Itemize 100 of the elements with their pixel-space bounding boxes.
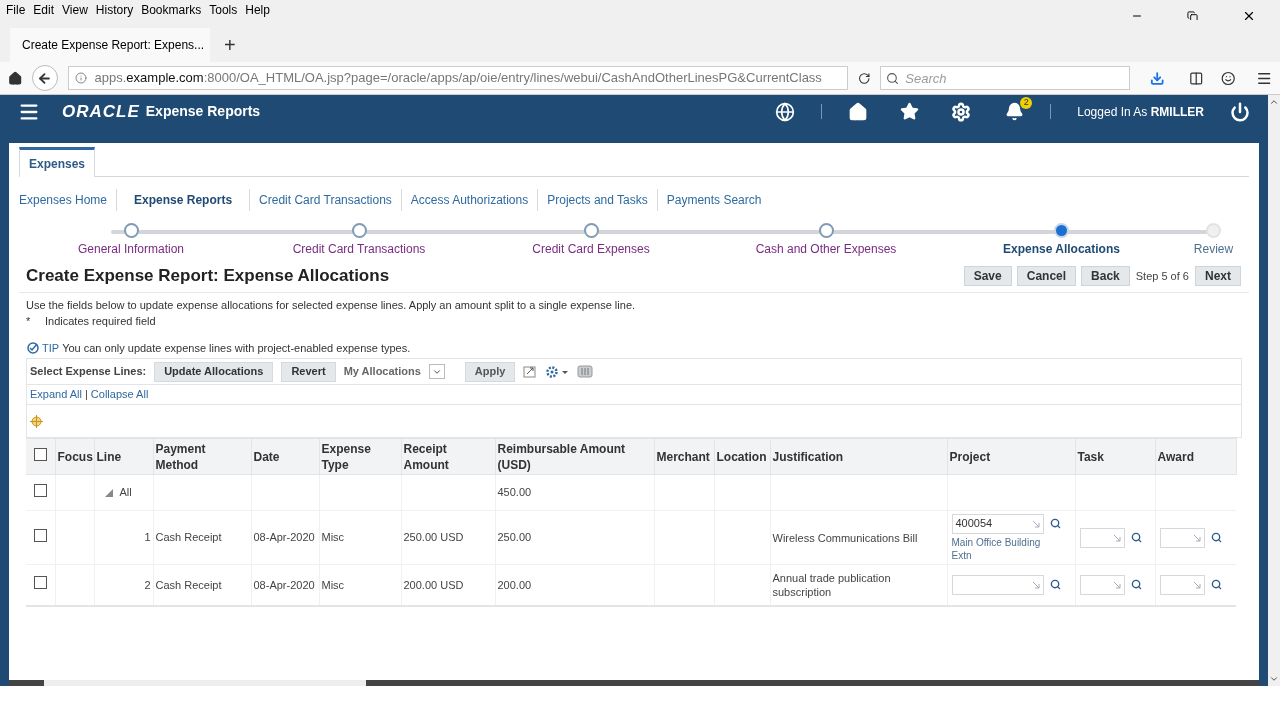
apply-button[interactable]: Apply [464, 361, 516, 382]
view-label: My Allocations [343, 364, 421, 380]
action-button[interactable]: Save [963, 265, 1012, 286]
logout-icon[interactable] [1230, 101, 1250, 122]
search-icon[interactable] [1210, 579, 1222, 591]
train-step-marker[interactable] [583, 223, 599, 238]
tip-label: TIP [42, 340, 60, 356]
train-step-label[interactable]: Review [1193, 240, 1234, 258]
table-cell: Cash Receipt [153, 510, 251, 565]
table-cell: Cash Receipt [153, 564, 251, 606]
tree-toggle-icon[interactable] [103, 487, 114, 498]
train-step-label[interactable]: Credit Card Expenses [532, 240, 650, 258]
lookup-field[interactable] [1079, 527, 1125, 548]
new-tab-button[interactable]: + [210, 28, 250, 62]
lookup-field[interactable] [1079, 574, 1125, 595]
detach-icon[interactable] [577, 365, 594, 378]
action-button[interactable]: Back [1081, 265, 1130, 286]
smiley-icon[interactable] [1221, 70, 1236, 86]
menu-item[interactable]: View [58, 1, 92, 19]
reload-icon[interactable] [857, 71, 871, 85]
menu-item[interactable]: Edit [29, 1, 59, 19]
train-step-marker[interactable] [1054, 223, 1069, 238]
download-icon[interactable] [1150, 70, 1165, 86]
settings-icon[interactable] [951, 101, 972, 122]
menu-item[interactable]: History [91, 1, 138, 19]
back-button[interactable] [32, 65, 58, 91]
train-step-marker[interactable] [818, 223, 834, 238]
menu-item[interactable]: Help [241, 1, 274, 19]
row-checkbox[interactable] [33, 528, 47, 542]
export-icon[interactable] [523, 365, 538, 378]
collapse-all-link[interactable]: Collapse All [90, 386, 149, 403]
app-title: Expense Reports [145, 102, 261, 121]
page-title: Create Expense Report: Expense Allocations [26, 265, 391, 287]
menu-item[interactable]: Bookmarks [137, 1, 206, 19]
search-icon[interactable] [1130, 532, 1142, 543]
nav-link[interactable]: Payments Search [666, 191, 762, 209]
search-icon[interactable] [1130, 579, 1142, 591]
nav-link[interactable]: Access Authorizations [410, 191, 529, 209]
column-header: Receipt Amount [401, 438, 495, 475]
search-icon[interactable] [1210, 532, 1222, 543]
train-step-marker[interactable] [351, 223, 367, 238]
close-icon[interactable] [1242, 9, 1256, 23]
toolbar-button[interactable]: Revert [281, 361, 336, 382]
tab-title: Create Expense Report: Expens... [22, 37, 205, 54]
row-checkbox[interactable] [33, 483, 47, 497]
table-cell: 200.00 [495, 564, 654, 606]
resize-arrow-icon [1192, 533, 1201, 542]
train-step-label[interactable]: Credit Card Transactions [292, 240, 426, 258]
search-icon[interactable] [1049, 579, 1061, 591]
nav-link[interactable]: Expenses Home [19, 191, 108, 209]
scroll-up-icon[interactable] [1269, 97, 1279, 107]
column-header: Project [947, 438, 1075, 475]
lookup-field[interactable]: 400054 [951, 513, 1044, 534]
restore-icon[interactable] [1187, 10, 1198, 22]
search-icon[interactable] [1049, 518, 1061, 529]
search-field[interactable]: Search [880, 66, 1131, 91]
browser-tab[interactable]: Create Expense Report: Expens... [10, 28, 210, 62]
horizontal-scrollbar[interactable] [9, 680, 1259, 686]
menu-item[interactable]: Tools [205, 1, 242, 19]
info-icon [74, 72, 87, 84]
column-header: Date [251, 438, 319, 475]
toolbar-button[interactable]: Update Allocations [154, 361, 274, 382]
home-icon[interactable] [848, 101, 869, 122]
expand-all-link[interactable]: Expand All [30, 386, 82, 403]
lookup-field[interactable] [951, 574, 1044, 595]
notifications-icon[interactable] [1005, 102, 1025, 121]
brand-logo: ORACLE [62, 100, 140, 123]
nav-link[interactable]: Projects and Tasks [547, 191, 648, 209]
row-checkbox[interactable] [33, 576, 47, 589]
row-checkbox[interactable] [33, 447, 47, 461]
column-header: Justification [770, 438, 947, 475]
nav-link[interactable]: Credit Card Transactions [259, 191, 392, 209]
nav-link[interactable]: Expense Reports [134, 191, 233, 209]
train-step-label[interactable]: Expense Allocations [1003, 240, 1120, 258]
vertical-scrollbar[interactable] [1268, 95, 1280, 686]
train-step-label[interactable]: Cash and Other Expenses [755, 240, 897, 258]
instructions-text: Use the fields below to update expense allocations for selected expense lines. Apply an amount split to a single expense line. [26, 297, 637, 313]
menu-item[interactable]: File [2, 1, 30, 19]
train-step-label[interactable]: General Information [77, 240, 185, 258]
scroll-down-icon[interactable] [1269, 674, 1279, 684]
resize-arrow-icon [1112, 580, 1121, 589]
resize-arrow-icon [1031, 519, 1040, 528]
lookup-field[interactable] [1159, 527, 1205, 548]
globe-icon[interactable] [775, 101, 796, 122]
focus-icon[interactable] [30, 414, 43, 428]
tab[interactable]: Expenses [19, 147, 96, 177]
table-cell: 1 [94, 510, 153, 565]
home-icon[interactable] [8, 70, 23, 86]
table-cell: Misc [319, 510, 401, 565]
table-cell: Annual trade publication subscription [770, 564, 947, 606]
notification-count: 2 [1020, 97, 1033, 109]
action-button[interactable]: Cancel [1016, 265, 1077, 286]
column-header: Award [1155, 438, 1236, 475]
next-button[interactable]: Next [1195, 265, 1241, 286]
gear-menu-icon[interactable] [545, 364, 570, 379]
train-step-marker[interactable] [123, 223, 139, 238]
favorites-icon[interactable] [900, 102, 920, 121]
lookup-field[interactable] [1159, 574, 1205, 595]
address-bar[interactable]: apps.example.com:8000/OA_HTML/OA.jsp?page=/oracle/apps/ap/oie/entry/lines/webui/CashAndOtherLinesPG&CurrentClass [67, 66, 848, 90]
sidebar-icon[interactable] [1188, 70, 1204, 86]
